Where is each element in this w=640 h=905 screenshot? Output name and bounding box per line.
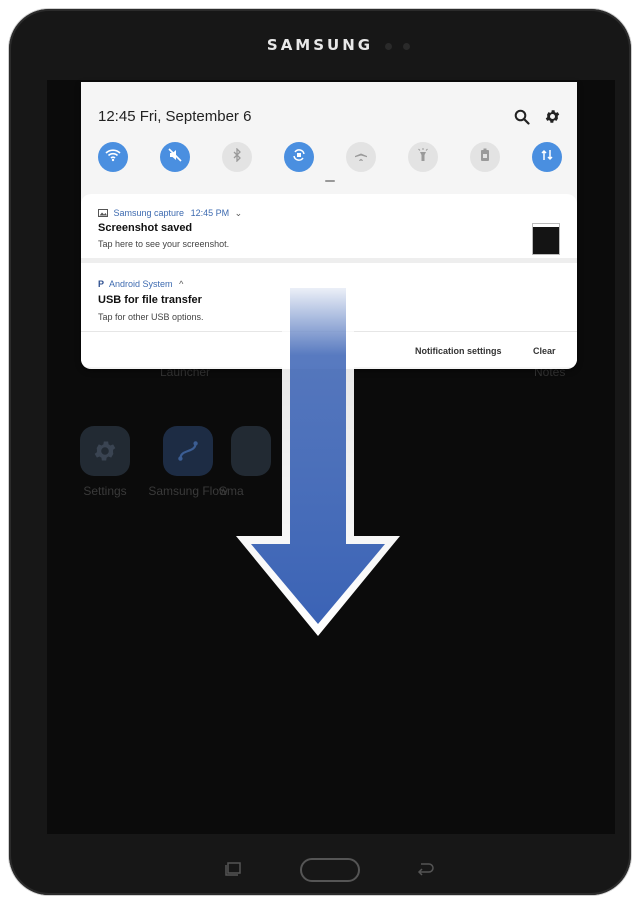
airplane-toggle[interactable] — [346, 142, 376, 172]
data-arrows-icon — [540, 148, 554, 167]
notification-header: Samsung capture 12:45 PM ⌄ — [98, 208, 242, 219]
app-name: Samsung capture — [113, 208, 185, 218]
android-system-icon: P — [98, 279, 105, 289]
home-button[interactable] — [300, 858, 360, 882]
rotate-icon — [292, 148, 306, 167]
mobile-data-toggle[interactable] — [532, 142, 562, 172]
notification-header: P Android System ^ — [98, 279, 183, 289]
app-name: Android System — [109, 279, 173, 289]
settings-gear-icon[interactable] — [544, 108, 561, 130]
wifi-icon — [105, 148, 121, 167]
screenshot-thumbnail — [533, 224, 559, 254]
gear-icon — [80, 426, 130, 476]
recent-apps-icon[interactable] — [224, 862, 242, 881]
bluetooth-toggle[interactable] — [222, 142, 252, 172]
drag-handle[interactable] — [325, 180, 335, 182]
flow-icon — [163, 426, 213, 476]
date-text: Fri, September 6 — [139, 108, 252, 125]
chevron-up-icon[interactable]: ^ — [179, 279, 183, 289]
power-saving-toggle[interactable] — [470, 142, 500, 172]
clear-button[interactable]: Clear — [533, 346, 556, 356]
app-label: Settings — [83, 484, 127, 498]
battery-icon — [480, 148, 490, 167]
flashlight-icon — [417, 147, 429, 167]
back-icon[interactable] — [416, 862, 434, 881]
bluetooth-icon — [232, 146, 242, 167]
notification-screenshot[interactable]: Samsung capture 12:45 PM ⌄ Screenshot sa… — [81, 194, 577, 258]
image-icon — [98, 209, 108, 219]
mute-icon — [168, 147, 182, 167]
clock-date: 12:45 Fri, September 6 — [98, 108, 251, 125]
notification-time: 12:45 PM — [190, 208, 230, 218]
app-settings[interactable]: Settings — [60, 426, 150, 498]
camera-lens — [403, 43, 410, 50]
notification-text: Tap here to see your screenshot. — [98, 239, 230, 249]
clock-time: 12:45 — [98, 108, 136, 125]
app-label: Samsung Flow — [148, 484, 228, 498]
auto-rotate-toggle[interactable] — [284, 142, 314, 172]
sensor-dot — [385, 43, 392, 50]
chevron-down-icon[interactable]: ⌄ — [235, 208, 243, 218]
search-icon[interactable] — [514, 109, 530, 130]
brand-logo: SAMSUNG — [266, 36, 374, 54]
notification-title: USB for file transfer — [98, 294, 202, 306]
airplane-icon — [354, 148, 368, 167]
swipe-down-arrow — [236, 284, 400, 636]
flashlight-toggle[interactable] — [408, 142, 438, 172]
notification-title: Screenshot saved — [98, 222, 193, 234]
sound-toggle[interactable] — [160, 142, 190, 172]
wifi-toggle[interactable] — [98, 142, 128, 172]
notification-text: Tap for other USB options. — [98, 312, 204, 322]
notification-settings-button[interactable]: Notification settings — [415, 346, 502, 356]
